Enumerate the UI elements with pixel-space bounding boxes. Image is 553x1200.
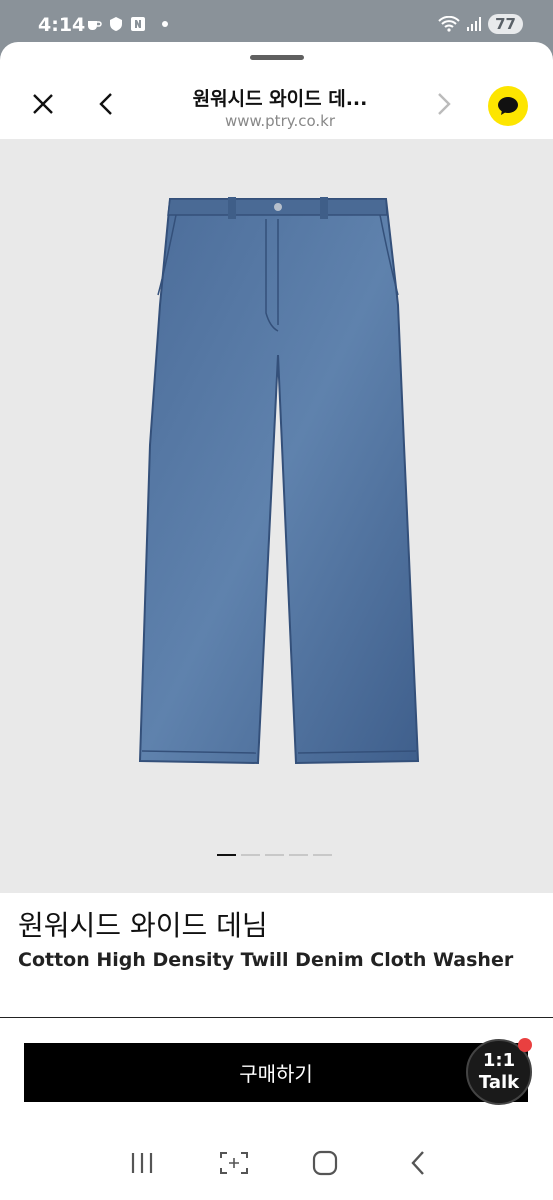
pagination-dot[interactable] xyxy=(313,854,332,856)
pagination-dot[interactable] xyxy=(241,854,260,856)
gallery-pagination xyxy=(217,854,332,856)
back-arrow-icon xyxy=(411,1151,424,1175)
home-icon xyxy=(312,1150,338,1176)
signal-icon xyxy=(467,17,482,31)
recent-apps-icon xyxy=(131,1153,153,1173)
close-button[interactable] xyxy=(23,84,63,124)
wifi-icon xyxy=(438,16,460,32)
coffee-icon xyxy=(88,21,102,30)
recent-apps-button[interactable] xyxy=(122,1148,162,1178)
product-title-korean: 원워시드 와이드 데님 xyxy=(18,909,268,942)
screenshot-scan-button[interactable] xyxy=(214,1148,254,1178)
product-title-english: Cotton High Density Twill Denim Cloth Wa… xyxy=(18,949,514,971)
system-navigation-bar xyxy=(0,1124,553,1200)
home-button[interactable] xyxy=(305,1148,345,1178)
page-url: www.ptry.co.kr xyxy=(224,112,336,130)
kakaotalk-share-button[interactable] xyxy=(488,86,528,126)
system-back-button[interactable] xyxy=(398,1148,438,1178)
buy-button[interactable]: 구매하기 xyxy=(24,1043,528,1102)
speech-bubble-icon xyxy=(498,97,518,115)
page-title: 원워시드 와이드 데... xyxy=(192,88,368,110)
chevron-left-icon xyxy=(99,93,112,115)
sheet-drag-handle[interactable] xyxy=(250,55,304,60)
chat-notification-badge xyxy=(518,1038,532,1052)
chat-label-line2: Talk xyxy=(478,1072,520,1093)
naver-icon xyxy=(131,17,145,31)
more-notifications-dot xyxy=(162,21,168,27)
pagination-dot[interactable] xyxy=(217,854,236,856)
scan-icon xyxy=(220,1152,248,1174)
denim-jeans-image xyxy=(138,197,420,765)
shield-icon xyxy=(110,17,122,31)
chat-label-line1: 1:1 xyxy=(482,1050,516,1071)
pagination-dot[interactable] xyxy=(289,854,308,856)
close-icon xyxy=(33,94,53,114)
notification-icons xyxy=(86,16,168,32)
forward-button[interactable] xyxy=(424,84,464,124)
battery-indicator: 77 xyxy=(488,14,523,34)
status-right: 77 xyxy=(438,14,523,34)
webview-header: 원워시드 와이드 데... www.ptry.co.kr xyxy=(0,72,553,140)
status-time: 4:14 xyxy=(38,14,86,36)
pagination-dot[interactable] xyxy=(265,854,284,856)
product-image-gallery[interactable] xyxy=(0,139,553,893)
chevron-right-icon xyxy=(438,93,451,115)
